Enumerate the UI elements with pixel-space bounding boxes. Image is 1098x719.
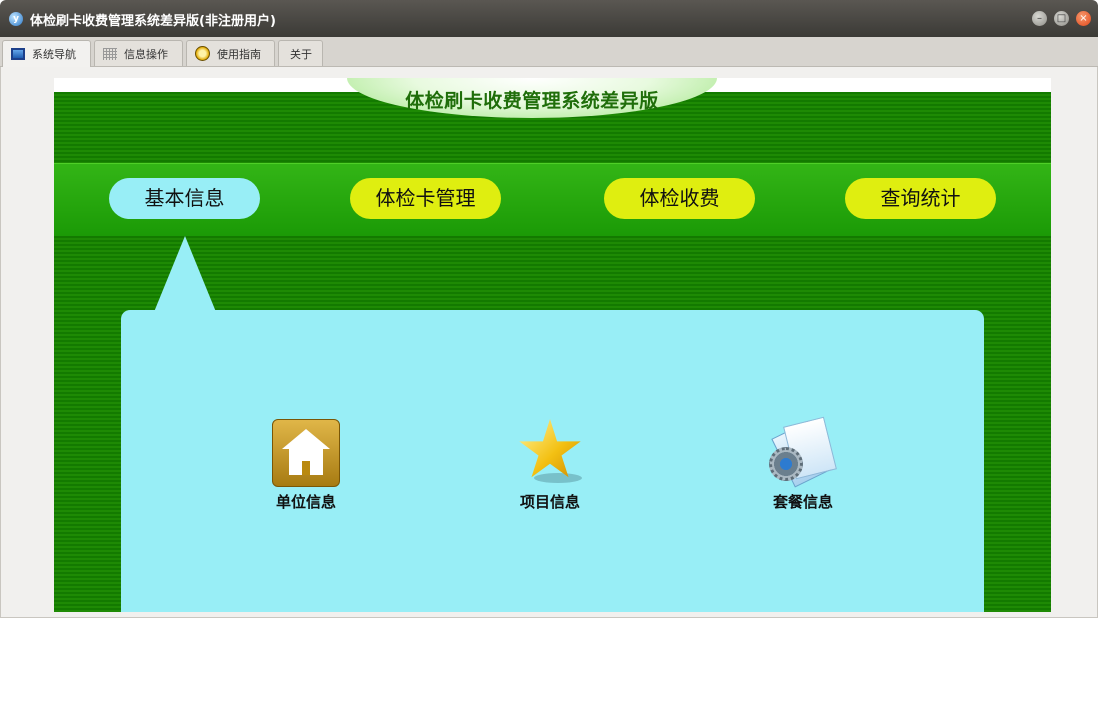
star-icon (516, 419, 584, 487)
tab-bar: 系统导航 信息操作 使用指南 关于 (0, 37, 1098, 67)
tab-info-operation[interactable]: 信息操作 (94, 40, 183, 66)
tab-label: 使用指南 (217, 47, 261, 61)
app-window: y 体检刷卡收费管理系统差异版(非注册用户) – □ × 系统导航 信息操作 使… (0, 0, 1098, 618)
item-label: 套餐信息 (772, 493, 833, 511)
item-label: 单位信息 (275, 493, 336, 511)
tab-label: 系统导航 (32, 48, 76, 61)
banner-title: 体检刷卡收费管理系统差异版 (405, 90, 659, 112)
close-icon[interactable]: × (1076, 11, 1091, 26)
tab-system-navigation[interactable]: 系统导航 (2, 40, 91, 67)
title-bar[interactable]: y 体检刷卡收费管理系统差异版(非注册用户) – □ × (0, 0, 1098, 37)
nav-exam-billing-button[interactable]: 体检收费 (604, 178, 755, 219)
minimize-icon[interactable]: – (1032, 11, 1047, 26)
tab-label: 关于 (290, 47, 312, 61)
clock-icon (195, 46, 210, 61)
navigation-panel: 体检刷卡收费管理系统差异版 基本信息 体检卡管理 体检收费 查询统计 单位信息 (54, 78, 1051, 612)
item-label: 项目信息 (519, 493, 580, 511)
unit-info-item[interactable]: 单位信息 (251, 419, 361, 512)
submenu-card: 单位信息 项目信息 套餐信息 (121, 310, 984, 612)
monitor-icon (11, 48, 25, 60)
tab-user-guide[interactable]: 使用指南 (186, 40, 275, 66)
nav-query-statistics-button[interactable]: 查询统计 (845, 178, 996, 219)
nav-card-management-button[interactable]: 体检卡管理 (350, 178, 501, 219)
maximize-icon[interactable]: □ (1054, 11, 1069, 26)
package-info-item[interactable]: 套餐信息 (748, 416, 858, 512)
tab-label: 信息操作 (124, 47, 168, 61)
grid-icon (103, 47, 117, 60)
house-icon (272, 419, 340, 487)
banner: 体检刷卡收费管理系统差异版 (347, 78, 717, 118)
tab-about[interactable]: 关于 (278, 40, 323, 66)
active-tab-pointer (154, 236, 216, 312)
yf-logo-icon: y (9, 12, 23, 26)
nav-basic-info-button[interactable]: 基本信息 (109, 178, 260, 219)
window-title: 体检刷卡收费管理系统差异版(非注册用户) (30, 14, 276, 29)
project-info-item[interactable]: 项目信息 (495, 419, 605, 512)
document-gear-icon (769, 416, 837, 488)
